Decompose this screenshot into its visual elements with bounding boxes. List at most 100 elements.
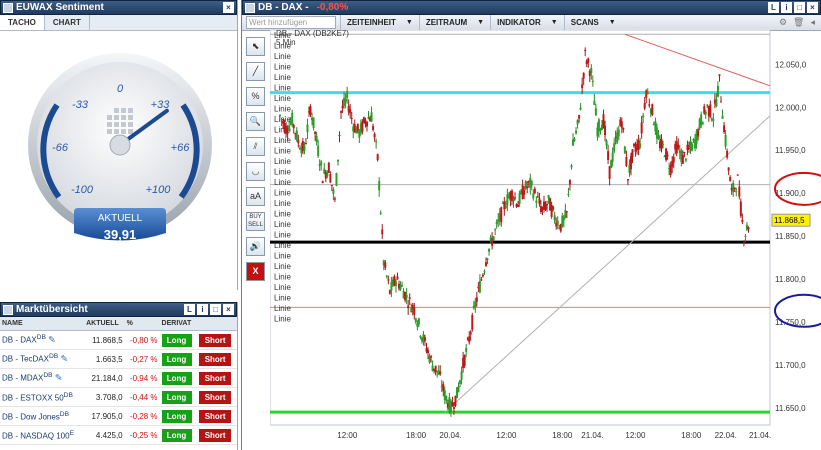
logo-dot bbox=[114, 108, 119, 113]
chevron-down-icon: ▼ bbox=[477, 19, 485, 26]
candle-body bbox=[288, 125, 291, 131]
info-icon[interactable]: i bbox=[781, 2, 792, 13]
menu-zeiteinheit[interactable]: ZEITEINHEIT ▼ bbox=[340, 15, 419, 30]
instrument-change: -0,25 % bbox=[124, 425, 160, 445]
candle-body bbox=[297, 140, 300, 144]
instrument-name[interactable]: DB - TecDAXDB ✎ bbox=[0, 349, 85, 369]
market-row[interactable]: DB - NASDAQ 100E 4.425,0 -0,25 % Long Short bbox=[0, 425, 237, 445]
percent-tool[interactable]: % bbox=[246, 87, 265, 106]
candle-body bbox=[346, 91, 349, 98]
short-button[interactable]: Short bbox=[199, 409, 232, 423]
market-table-header: NAME AKTUELL % DERIVAT bbox=[0, 317, 237, 331]
market-row[interactable]: DB - ESTOXX 50DB 3.708,0 -0,44 % Long Short bbox=[0, 387, 237, 407]
market-row[interactable]: DB - Dow JonesDB 17.905,0 -0,28 % Long Short bbox=[0, 406, 237, 426]
zoom-tool[interactable]: 🔍 bbox=[246, 112, 265, 131]
aktuell-value: 39,91 bbox=[104, 227, 137, 242]
short-button[interactable]: Short bbox=[199, 371, 232, 385]
candle-body bbox=[430, 356, 433, 358]
link-icon[interactable]: L bbox=[768, 2, 779, 13]
instrument-value: 3.708,0 bbox=[84, 387, 125, 407]
long-button[interactable]: Long bbox=[161, 409, 192, 423]
candle-body bbox=[733, 187, 736, 190]
x-tick-label: 21.04. bbox=[749, 431, 771, 440]
long-button[interactable]: Long bbox=[161, 333, 192, 347]
line-label: Linie bbox=[274, 220, 291, 229]
market-row[interactable]: DB - MDAXDB ✎ 21.184,0 -0,94 % Long Short bbox=[0, 368, 237, 388]
settings-icon[interactable]: ⚙ bbox=[779, 17, 787, 28]
long-button[interactable]: Long bbox=[161, 390, 192, 404]
close-icon[interactable]: × bbox=[807, 2, 818, 13]
edit-icon[interactable]: ✎ bbox=[60, 354, 68, 364]
sound-tool[interactable]: 🔊 bbox=[246, 237, 265, 256]
long-button[interactable]: Long bbox=[161, 428, 192, 442]
candle-body bbox=[648, 104, 651, 106]
short-button[interactable]: Short bbox=[199, 428, 232, 442]
candle-body bbox=[394, 281, 397, 286]
delete-tool[interactable]: X bbox=[246, 262, 265, 281]
short-button[interactable]: Short bbox=[199, 333, 232, 347]
instrument-name[interactable]: DB - NASDAQ 100E bbox=[0, 425, 85, 445]
chevron-down-icon: ▼ bbox=[608, 19, 616, 26]
col-derivat: DERIVAT bbox=[159, 317, 237, 331]
short-button[interactable]: Short bbox=[199, 390, 232, 404]
sentiment-panel: EUWAX Sentiment × TACHO CHART 0 -33 +33 … bbox=[0, 0, 238, 290]
parallel-tool[interactable]: ⫽ bbox=[246, 137, 265, 156]
long-button[interactable]: Long bbox=[161, 371, 192, 385]
candle-body bbox=[701, 121, 704, 125]
instrument-name[interactable]: DB - Dow JonesDB bbox=[0, 406, 85, 426]
close-icon[interactable]: × bbox=[223, 304, 234, 315]
price-chart[interactable]: 12.050,012.000,011.950,011.900,011.850,0… bbox=[270, 30, 821, 450]
add-symbol-input[interactable]: Wert hinzufügen bbox=[246, 16, 336, 29]
tab-chart[interactable]: CHART bbox=[45, 15, 90, 30]
candle-body bbox=[726, 150, 729, 158]
info-icon[interactable]: i bbox=[197, 304, 208, 315]
text-tool[interactable]: aA bbox=[246, 187, 265, 206]
instrument-change: -0,80 % bbox=[124, 330, 160, 350]
candle-body bbox=[607, 151, 610, 160]
candle-body bbox=[546, 204, 549, 206]
window-icon bbox=[3, 304, 13, 315]
logo-dot bbox=[128, 122, 133, 127]
line-label: Linie bbox=[274, 73, 291, 82]
maximize-icon[interactable]: □ bbox=[210, 304, 221, 315]
candle-body bbox=[732, 182, 735, 193]
curve-tool[interactable]: ◡ bbox=[246, 162, 265, 181]
close-icon[interactable]: × bbox=[223, 2, 234, 13]
line-label: Linie bbox=[274, 262, 291, 271]
instrument-name[interactable]: DB - ESTOXX 50DB bbox=[0, 387, 85, 407]
edit-icon[interactable]: ✎ bbox=[55, 373, 63, 383]
candle-body bbox=[623, 146, 626, 154]
window-icon bbox=[3, 2, 13, 13]
expand-icon[interactable]: ◂ bbox=[810, 17, 815, 28]
market-row[interactable]: DB - TecDAXDB ✎ 1.663,5 -0,27 % Long Short bbox=[0, 349, 237, 369]
tab-tacho[interactable]: TACHO bbox=[0, 15, 45, 30]
buy-sell-tool[interactable]: BUY SELL bbox=[246, 212, 265, 231]
short-cell: Short bbox=[197, 387, 237, 407]
instrument-name[interactable]: DB - DAXDB ✎ bbox=[0, 330, 85, 350]
logo-dot bbox=[121, 115, 126, 120]
instrument-name[interactable]: DB - MDAXDB ✎ bbox=[0, 368, 85, 388]
line-tool[interactable]: ╱ bbox=[246, 62, 265, 81]
candle-body bbox=[344, 98, 347, 102]
menu-zeitraum[interactable]: ZEITRAUM ▼ bbox=[418, 15, 490, 30]
candle-body bbox=[665, 148, 668, 161]
link-icon[interactable]: L bbox=[184, 304, 195, 315]
menu-indikator[interactable]: INDIKATOR ▼ bbox=[490, 15, 564, 30]
cursor-tool[interactable]: ⬉ bbox=[246, 37, 265, 56]
instrument-value: 1.663,5 bbox=[84, 349, 125, 369]
logo-dot bbox=[121, 108, 126, 113]
candle-body bbox=[327, 162, 330, 174]
chart-window-change: -0,80% bbox=[316, 2, 349, 13]
menu-scans[interactable]: SCANS ▼ bbox=[563, 15, 622, 30]
edit-icon[interactable]: ✎ bbox=[48, 335, 56, 345]
market-row[interactable]: DB - DAXDB ✎ 11.868,5 -0,80 % Long Short bbox=[0, 330, 237, 350]
candle-body bbox=[625, 157, 628, 166]
maximize-icon[interactable]: □ bbox=[794, 2, 805, 13]
x-tick-label: 22.04. bbox=[715, 431, 737, 440]
short-button[interactable]: Short bbox=[199, 352, 232, 366]
delete-icon[interactable]: 🗑 bbox=[793, 17, 804, 28]
candle-body bbox=[706, 104, 709, 106]
x-tick-label: 12:00 bbox=[625, 431, 646, 440]
candle-body bbox=[396, 276, 399, 280]
long-button[interactable]: Long bbox=[161, 352, 192, 366]
